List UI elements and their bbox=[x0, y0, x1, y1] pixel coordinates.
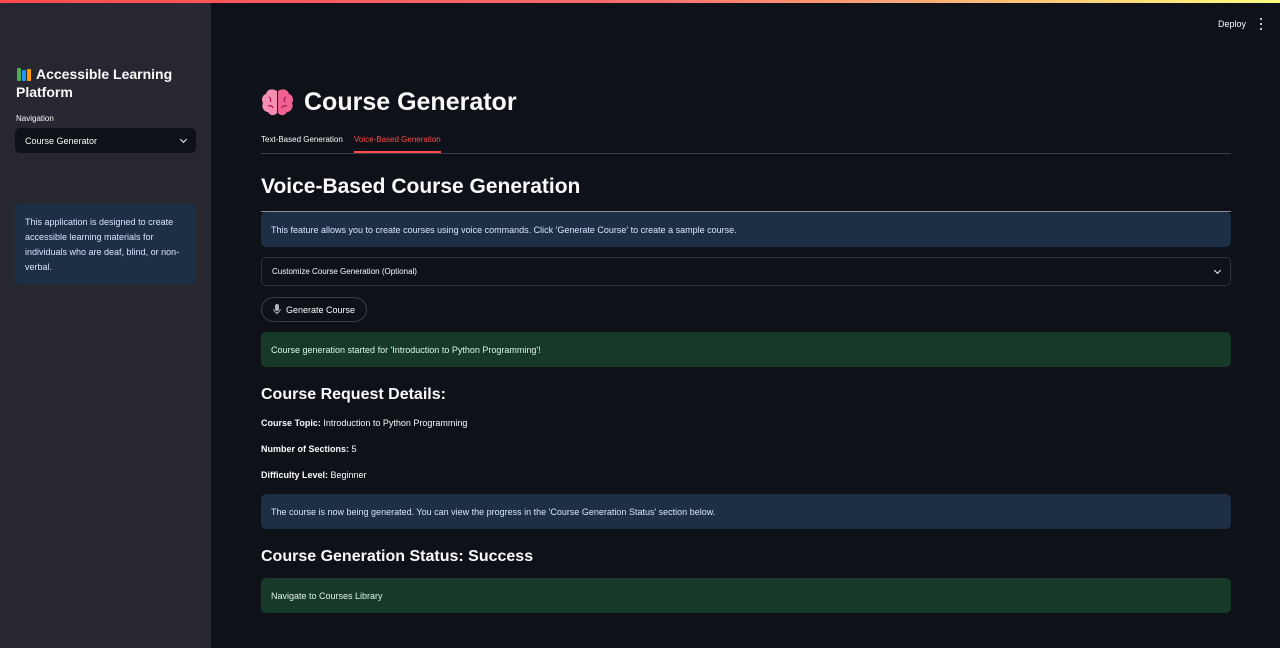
page-title-text: Course Generator bbox=[304, 87, 517, 116]
generation-started-alert: Course generation started for 'Introduct… bbox=[261, 332, 1231, 367]
microphone-icon bbox=[273, 304, 281, 315]
generate-course-label: Generate Course bbox=[285, 304, 356, 315]
navigation-label: Navigation bbox=[16, 114, 54, 123]
kebab-menu-icon[interactable] bbox=[1253, 17, 1269, 31]
customize-expander[interactable]: Customize Course Generation (Optional) bbox=[261, 257, 1231, 286]
feature-info-alert: This feature allows you to create course… bbox=[261, 212, 1231, 247]
generation-status-heading: Course Generation Status: Success bbox=[261, 548, 534, 565]
tab-voice-based-generation[interactable]: Voice-Based Generation bbox=[354, 135, 441, 153]
top-decoration-bar bbox=[0, 0, 1280, 3]
course-topic-value: Introduction to Python Programming bbox=[323, 418, 468, 428]
expander-label: Customize Course Generation (Optional) bbox=[272, 267, 417, 276]
sections-label: Number of Sections: bbox=[261, 444, 350, 454]
difficulty-label: Difficulty Level: bbox=[261, 470, 329, 480]
page-title: Course Generator bbox=[261, 84, 517, 120]
sections-value: 5 bbox=[351, 444, 357, 454]
progress-info-text: The course is now being generated. You c… bbox=[271, 506, 716, 517]
section-title: Voice-Based Course Generation bbox=[261, 175, 1231, 212]
chevron-down-icon bbox=[1213, 266, 1222, 274]
generate-course-button[interactable]: Generate Course bbox=[261, 297, 367, 322]
sidebar-title-text: Accessible Learning Platform bbox=[16, 66, 173, 100]
difficulty-value: Beginner bbox=[330, 470, 367, 480]
course-topic-label: Course Topic: bbox=[261, 418, 321, 428]
tab-text-based-generation[interactable]: Text-Based Generation bbox=[261, 135, 343, 153]
course-topic-detail: Course Topic: Introduction to Python Pro… bbox=[261, 418, 467, 428]
difficulty-detail: Difficulty Level: Beginner bbox=[261, 470, 367, 480]
sidebar-title: Accessible Learning Platform bbox=[16, 65, 196, 101]
books-icon bbox=[16, 67, 32, 81]
navigation-select[interactable]: Course Generator bbox=[15, 128, 196, 153]
navigate-library-text: Navigate to Courses Library bbox=[271, 590, 383, 601]
progress-info-alert: The course is now being generated. You c… bbox=[261, 494, 1231, 529]
navigate-library-alert: Navigate to Courses Library bbox=[261, 578, 1231, 613]
feature-info-text: This feature allows you to create course… bbox=[271, 224, 737, 235]
deploy-button[interactable]: Deploy bbox=[1210, 14, 1254, 34]
generation-started-text: Course generation started for 'Introduct… bbox=[271, 344, 541, 355]
brain-icon bbox=[262, 88, 293, 115]
sidebar: Accessible Learning Platform Navigation … bbox=[0, 0, 211, 648]
tab-bar: Text-Based Generation Voice-Based Genera… bbox=[261, 130, 1231, 154]
navigation-selected-value: Course Generator bbox=[25, 135, 98, 146]
chevron-down-icon bbox=[179, 135, 188, 143]
sidebar-info-box: This application is designed to create a… bbox=[15, 204, 196, 284]
sections-detail: Number of Sections: 5 bbox=[261, 444, 357, 454]
course-request-heading: Course Request Details: bbox=[261, 386, 446, 403]
